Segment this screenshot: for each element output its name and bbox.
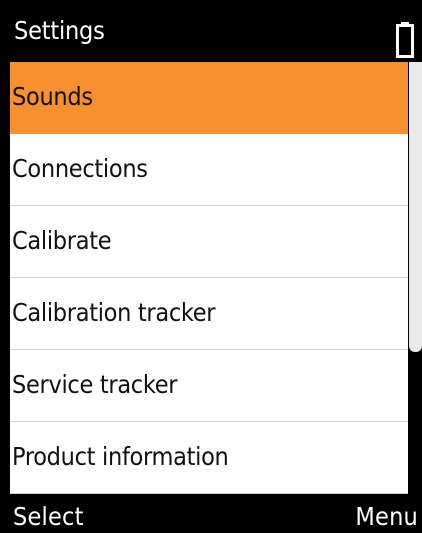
menu-item-label: Calibration tracker xyxy=(12,298,216,327)
menu-item-label: Calibrate xyxy=(12,226,112,255)
menu-item-label: Sounds xyxy=(12,82,93,111)
settings-menu-list: Sounds Connections Calibrate Calibration… xyxy=(10,62,408,494)
menu-item-sounds[interactable]: Sounds xyxy=(10,62,408,134)
menu-item-calibrate[interactable]: Calibrate xyxy=(10,206,408,278)
softkey-bar: Select Menu xyxy=(0,494,422,532)
menu-item-calibration-tracker[interactable]: Calibration tracker xyxy=(10,278,408,350)
menu-item-label: Product information xyxy=(12,442,229,471)
title-bar: Settings xyxy=(0,0,422,62)
scrollbar-thumb[interactable] xyxy=(409,62,422,352)
device-screen: Settings Sounds Connections Calibrate Ca… xyxy=(0,0,422,532)
battery-icon xyxy=(396,22,414,58)
menu-item-product-information[interactable]: Product information xyxy=(10,422,408,494)
page-title: Settings xyxy=(14,16,105,45)
menu-item-connections[interactable]: Connections xyxy=(10,134,408,206)
select-softkey[interactable]: Select xyxy=(13,501,84,533)
menu-item-label: Service tracker xyxy=(12,370,178,399)
menu-item-label: Connections xyxy=(12,154,148,183)
menu-item-service-tracker[interactable]: Service tracker xyxy=(10,350,408,422)
menu-softkey[interactable]: Menu xyxy=(355,501,418,533)
